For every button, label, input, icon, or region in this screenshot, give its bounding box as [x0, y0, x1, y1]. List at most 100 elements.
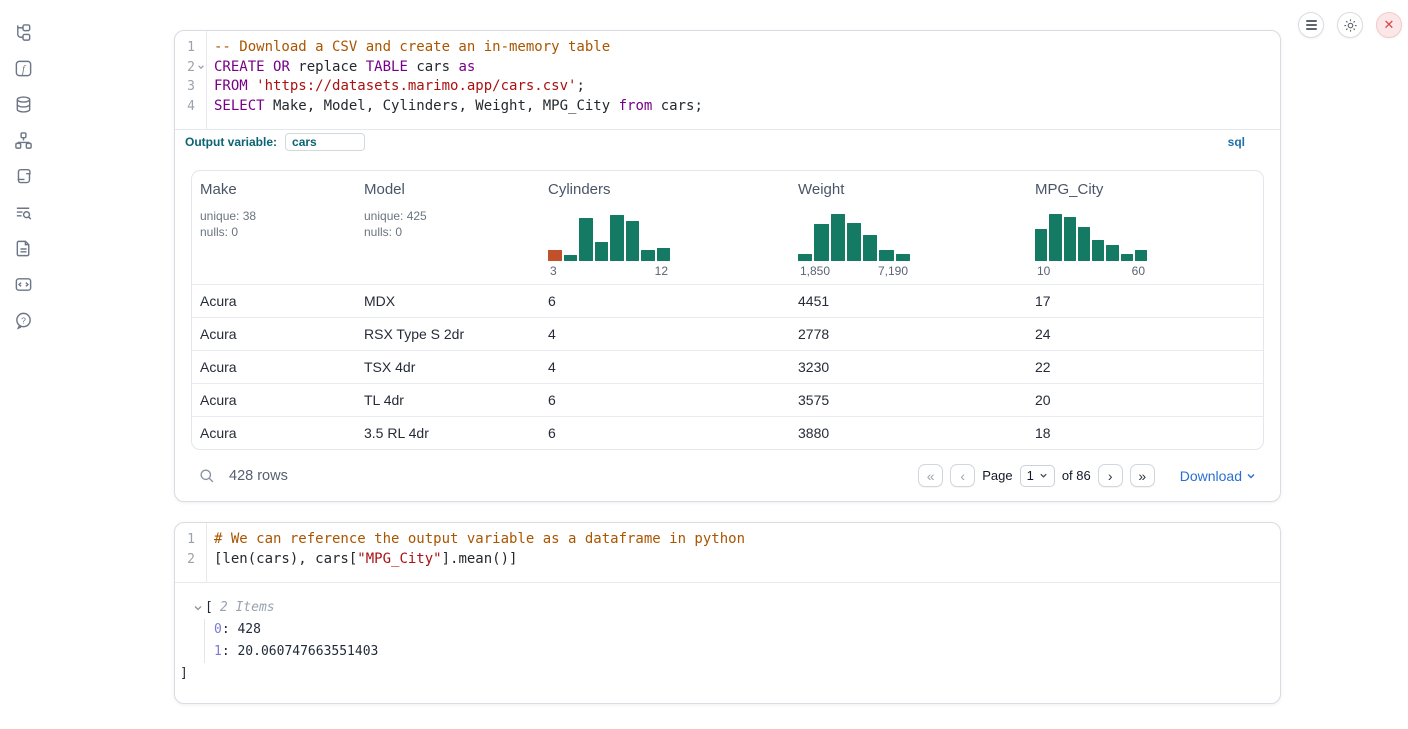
line-number: 2 — [175, 58, 195, 78]
page-select-value: 1 — [1027, 468, 1034, 483]
line-number: 3 — [175, 77, 195, 97]
code-line[interactable]: 2 CREATE OR replace TABLE cars as — [175, 58, 1280, 78]
column-name: Make — [200, 181, 356, 198]
histogram-bar — [1092, 240, 1104, 261]
next-page-button[interactable]: › — [1098, 464, 1123, 487]
column-header-Weight[interactable]: Weight 1,8507,190 — [790, 171, 1027, 284]
table-cell: 6 — [540, 293, 790, 309]
column-stats: unique: 38nulls: 0 — [200, 208, 356, 240]
settings-button[interactable] — [1337, 12, 1363, 38]
sql-cell: 1-- Download a CSV and create an in-memo… — [174, 30, 1281, 502]
column-header-Cylinders[interactable]: Cylinders312 — [540, 171, 790, 284]
histogram-bar — [798, 254, 812, 262]
output-variable-input[interactable] — [285, 133, 365, 151]
histogram-axis-labels: 1060 — [1035, 264, 1147, 278]
table-row[interactable]: AcuraMDX6445117 — [192, 284, 1263, 317]
language-badge[interactable]: sql — [1228, 135, 1245, 149]
histogram-Cylinders: 312 — [548, 211, 670, 278]
snippets-icon[interactable] — [13, 274, 33, 294]
table-cell: 22 — [1027, 359, 1263, 375]
tree-item-value: 20.060747663551403 — [237, 644, 378, 659]
page-total: of 86 — [1062, 468, 1091, 483]
window-controls: ✕ — [1298, 12, 1402, 38]
code-line[interactable]: 2[len(cars), cars["MPG_City"].mean()] — [175, 550, 1280, 570]
code-line[interactable]: 3FROM 'https://datasets.marimo.app/cars.… — [175, 77, 1280, 97]
table-cell: Acura — [192, 359, 356, 375]
search-icon[interactable] — [199, 468, 215, 484]
histogram-bar — [641, 250, 655, 261]
collapse-caret-icon[interactable] — [193, 603, 205, 613]
table-cell: 2778 — [790, 326, 1027, 342]
dependency-graph-icon[interactable] — [13, 130, 33, 150]
code-text: # We can reference the output variable a… — [206, 530, 745, 550]
scratchpad-icon[interactable] — [13, 166, 33, 186]
histogram-MPG_City: 1060 — [1035, 211, 1147, 278]
table-row[interactable]: AcuraTL 4dr6357520 — [192, 383, 1263, 416]
menu-icon — [1306, 20, 1317, 30]
left-sidebar: f ? — [0, 0, 46, 729]
histogram-bar — [564, 255, 578, 262]
column-header-Make[interactable]: Make unique: 38nulls: 0 — [192, 171, 356, 284]
menu-button[interactable] — [1298, 12, 1324, 38]
tree-item-value: 428 — [237, 622, 260, 637]
fold-spacer — [195, 77, 206, 97]
fold-spacer — [195, 550, 206, 570]
table-cell: Acura — [192, 293, 356, 309]
table-cell: 20 — [1027, 392, 1263, 408]
table-cell: Acura — [192, 326, 356, 342]
code-line[interactable]: 1-- Download a CSV and create an in-memo… — [175, 38, 1280, 58]
page-select[interactable]: 1 — [1020, 465, 1055, 487]
table-cell: 4 — [540, 326, 790, 342]
histogram-bars — [1035, 211, 1147, 261]
tree-item: 1: 20.060747663551403 — [214, 641, 1264, 663]
close-button[interactable]: ✕ — [1376, 12, 1402, 38]
help-icon[interactable]: ? — [13, 310, 33, 330]
fold-spacer — [195, 38, 206, 58]
histogram-bar — [548, 250, 562, 261]
code-text: [len(cars), cars["MPG_City"].mean()] — [206, 550, 517, 570]
table-cell: 17 — [1027, 293, 1263, 309]
table-cell: MDX — [356, 293, 540, 309]
chevron-down-icon — [1039, 471, 1048, 480]
table-cell: 6 — [540, 392, 790, 408]
histogram-bars — [548, 211, 670, 261]
table-row[interactable]: AcuraRSX Type S 2dr4277824 — [192, 317, 1263, 350]
first-page-button[interactable]: « — [918, 464, 943, 487]
open-bracket: [ — [205, 597, 213, 619]
histogram-bar — [579, 218, 593, 262]
histogram-bar — [610, 215, 624, 262]
download-button[interactable]: Download — [1180, 468, 1256, 484]
code-line[interactable]: 1 # We can reference the output variable … — [175, 530, 1280, 550]
python-code-editor[interactable]: 1 # We can reference the output variable … — [175, 523, 1280, 582]
sql-code-editor[interactable]: 1-- Download a CSV and create an in-memo… — [175, 31, 1280, 129]
prev-page-button[interactable]: ‹ — [950, 464, 975, 487]
histogram-bar — [814, 224, 828, 261]
histogram-bar — [1078, 227, 1090, 261]
histogram-bar — [1035, 229, 1047, 261]
variables-icon[interactable]: f — [13, 58, 33, 78]
column-header-MPG_City[interactable]: MPG_City 1060 — [1027, 171, 1263, 284]
gutter-divider — [206, 31, 207, 129]
histogram-Weight: 1,8507,190 — [798, 211, 910, 278]
column-header-Model[interactable]: Modelunique: 425nulls: 0 — [356, 171, 540, 284]
datasources-icon[interactable] — [13, 94, 33, 114]
column-name: Weight — [798, 181, 1027, 198]
items-count-label: 2 Items — [220, 597, 275, 619]
fold-marker-icon[interactable] — [195, 58, 206, 78]
file-tree-icon[interactable] — [13, 22, 33, 42]
histogram-axis-labels: 1,8507,190 — [798, 264, 910, 278]
logs-icon[interactable] — [13, 202, 33, 222]
svg-text:f: f — [22, 64, 27, 75]
table-row[interactable]: AcuraTSX 4dr4323022 — [192, 350, 1263, 383]
table-row[interactable]: Acura3.5 RL 4dr6388018 — [192, 416, 1263, 449]
column-name: MPG_City — [1035, 181, 1263, 198]
output-variable-bar: Output variable: sql — [175, 129, 1280, 153]
histogram-bar — [831, 214, 845, 261]
line-number: 1 — [175, 530, 195, 550]
code-text: CREATE OR replace TABLE cars as — [206, 58, 475, 78]
documentation-icon[interactable] — [13, 238, 33, 258]
last-page-button[interactable]: » — [1130, 464, 1155, 487]
gear-icon — [1343, 18, 1358, 33]
code-line[interactable]: 4SELECT Make, Model, Cylinders, Weight, … — [175, 97, 1280, 117]
output-variable-label: Output variable: — [185, 135, 277, 149]
